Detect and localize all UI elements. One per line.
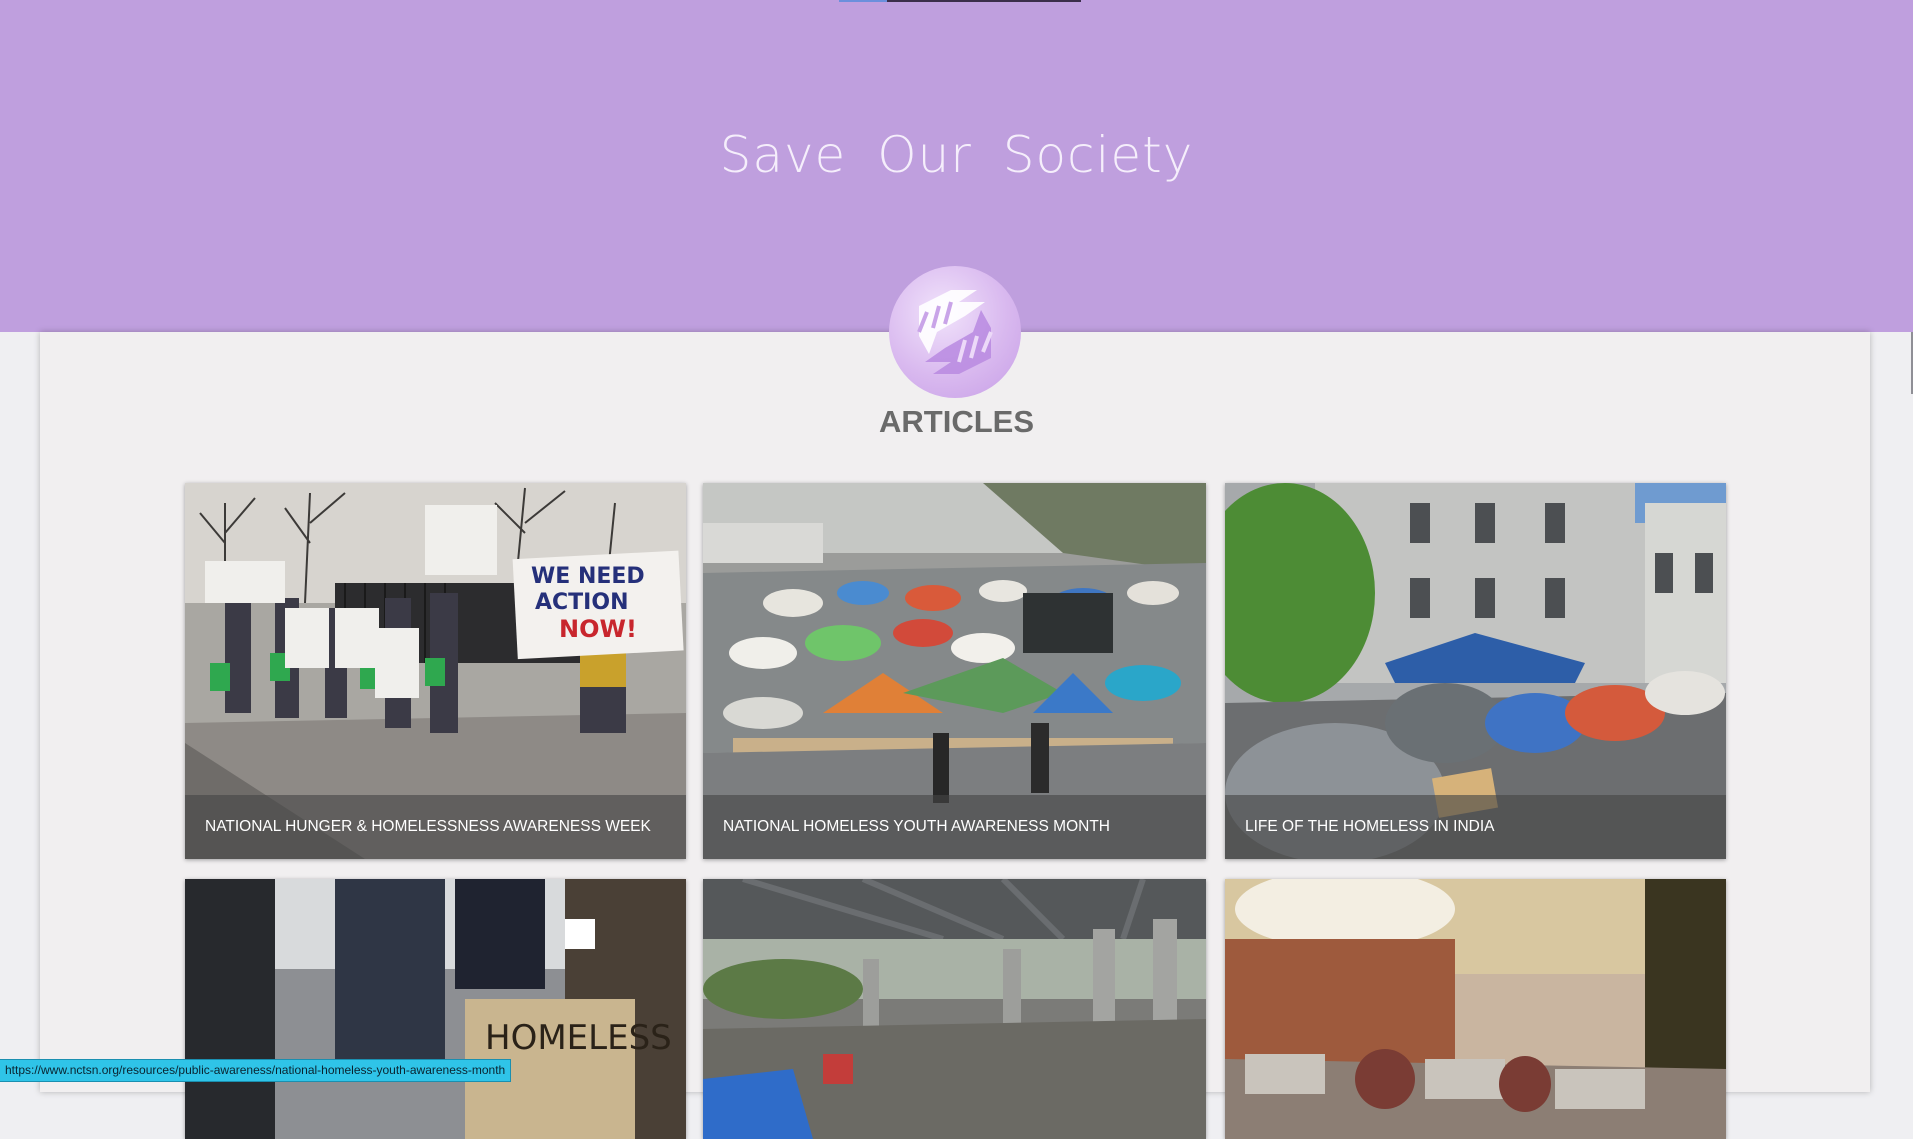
article-photo-homeless-sign: HOMELESS <box>185 879 686 1139</box>
site-title: Save Our Society <box>719 126 1194 184</box>
svg-text:WE NEED: WE NEED <box>531 564 645 589</box>
article-title: NATIONAL HOMELESS YOUTH AWARENESS MONTH <box>703 795 1206 859</box>
reading-progress-fill <box>839 0 888 2</box>
article-photo-underpass <box>703 879 1206 1139</box>
article-card-homeless-youth-month[interactable]: NATIONAL HOMELESS YOUTH AWARENESS MONTH <box>703 483 1206 859</box>
article-title: LIFE OF THE HOMELESS IN INDIA <box>1225 795 1726 859</box>
article-photo-street <box>1225 879 1726 1139</box>
article-card-underpass[interactable] <box>703 879 1206 1139</box>
reading-progress-bar <box>839 0 1081 2</box>
svg-text:ACTION: ACTION <box>535 590 628 615</box>
article-title: NATIONAL HUNGER & HOMELESSNESS AWARENESS… <box>185 795 686 859</box>
article-card-homeless-sign[interactable]: HOMELESS <box>185 879 686 1139</box>
status-bar-link-preview: https://www.nctsn.org/resources/public-a… <box>0 1059 512 1082</box>
article-card-street-gathering[interactable] <box>1225 879 1726 1139</box>
svg-text:HOMELESS: HOMELESS <box>485 1018 672 1058</box>
section-heading: ARTICLES <box>879 404 1034 439</box>
article-card-homeless-india[interactable]: LIFE OF THE HOMELESS IN INDIA <box>1225 483 1726 859</box>
article-card-hunger-homelessness-week[interactable]: WE NEED ACTION NOW! NATIONAL HUNGER & HO… <box>185 483 686 859</box>
svg-text:NOW!: NOW! <box>559 615 637 643</box>
helping-hands-icon <box>889 266 1021 398</box>
